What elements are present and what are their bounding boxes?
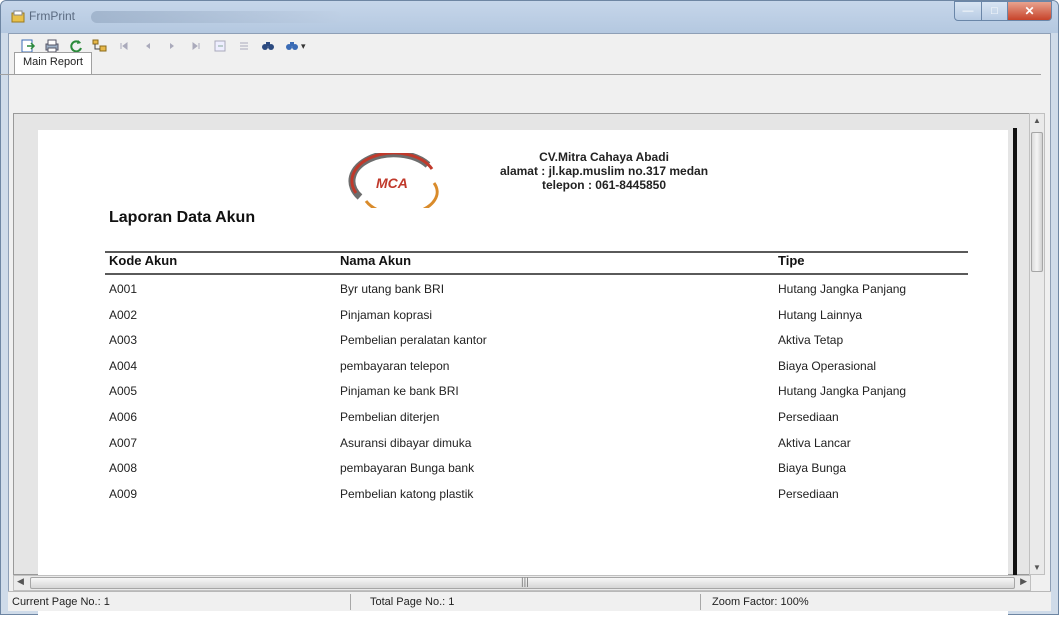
cell-kode-akun: A005 xyxy=(109,384,138,399)
title-bar[interactable]: FrmPrint — □ ✕ xyxy=(1,1,1058,33)
company-header: CV.Mitra Cahaya Abadi alamat : jl.kap.mu… xyxy=(439,150,769,192)
current-page-status: Current Page No.: 1 xyxy=(12,596,110,608)
company-logo: MCA xyxy=(348,153,439,208)
cell-nama-akun: pembayaran telepon xyxy=(340,358,450,373)
report-toolbar: ▾ xyxy=(9,34,1050,58)
cell-nama-akun: pembayaran Bunga bank xyxy=(340,461,475,476)
cell-tipe: Aktiva Lancar xyxy=(778,435,851,450)
goto-page-icon[interactable] xyxy=(211,37,229,55)
report-viewport[interactable]: MCA CV.Mitra Cahaya Abadi alamat : jl.ka… xyxy=(13,113,1031,630)
cell-nama-akun: Pinjaman ke bank BRI xyxy=(340,384,459,399)
cell-tipe: Persediaan xyxy=(778,486,839,501)
table-row: A001 Byr utang bank BRI Hutang Jangka Panj… xyxy=(38,282,1008,308)
last-page-icon[interactable] xyxy=(187,37,205,55)
scroll-down-icon[interactable]: ▼ xyxy=(1033,563,1041,572)
minimize-button[interactable]: — xyxy=(954,1,982,21)
title-blur xyxy=(91,11,341,23)
window-title: FrmPrint xyxy=(29,9,75,23)
cell-kode-akun: A008 xyxy=(109,461,138,476)
window-controls: — □ ✕ xyxy=(954,1,1052,21)
maximize-button[interactable]: □ xyxy=(982,1,1008,21)
zoom-factor-status: Zoom Factor: 100% xyxy=(712,596,809,608)
scroll-left-icon[interactable]: ◀ xyxy=(17,576,24,587)
cell-nama-akun: Pembelian peralatan kantor xyxy=(340,333,487,348)
column-header-tipe: Tipe xyxy=(778,253,805,268)
tab-main-report[interactable]: Main Report xyxy=(14,52,92,74)
header-bottom-rule xyxy=(105,273,968,275)
table-row: A003 Pembelian peralatan kantor Aktiva Tet… xyxy=(38,333,1008,359)
cell-kode-akun: A001 xyxy=(109,282,138,296)
tab-divider xyxy=(0,74,1041,75)
zoom-icon[interactable] xyxy=(283,37,301,55)
header-top-rule xyxy=(105,251,968,253)
cell-nama-akun: Pembelian diterjen xyxy=(340,410,440,424)
table-row: A004 pembayaran telepon Biaya Operasional xyxy=(38,359,1008,385)
company-phone: telepon : 061-8445850 xyxy=(541,178,667,192)
cell-kode-akun: A002 xyxy=(109,307,138,322)
status-separator xyxy=(700,594,701,610)
company-address: alamat : jl.kap.muslim no.317 medan xyxy=(499,164,709,178)
table-row: A002 Pinjaman koprasi Hutang Lainnya xyxy=(38,308,1008,334)
cell-tipe: Persediaan xyxy=(778,410,839,424)
scroll-up-icon[interactable]: ▲ xyxy=(1033,116,1041,125)
column-header-nama: Nama Akun xyxy=(340,253,412,268)
column-header-kode: Kode Akun xyxy=(109,253,178,268)
table-row: A005 Pinjaman ke bank BRI Hutang Jangka Pa… xyxy=(38,384,1008,410)
horizontal-scroll-thumb[interactable]: ||| xyxy=(30,577,1015,589)
company-name: CV.Mitra Cahaya Abadi xyxy=(539,150,669,164)
cell-tipe: Hutang Jangka Panjang xyxy=(778,384,907,399)
close-button[interactable]: ✕ xyxy=(1008,1,1052,21)
cell-nama-akun: Byr utang bank BRI xyxy=(340,282,445,296)
table-row: A007 Asuransi dibayar dimuka Aktiva Lancar xyxy=(38,436,1008,462)
table-row: A008 pembayaran Bunga bank Biaya Bunga xyxy=(38,461,1008,487)
total-page-status: Total Page No.: 1 xyxy=(370,596,455,608)
page-edge xyxy=(1013,128,1017,575)
cell-tipe: Hutang Jangka Panjang xyxy=(778,282,907,296)
cell-tipe: Biaya Bunga xyxy=(778,461,847,476)
previous-page-icon[interactable] xyxy=(139,37,157,55)
scroll-right-icon[interactable]: ▶ xyxy=(1020,576,1027,587)
cell-tipe: Biaya Operasional xyxy=(778,358,877,373)
next-page-icon[interactable] xyxy=(163,37,181,55)
cell-nama-akun: Asuransi dibayar dimuka xyxy=(340,435,472,450)
cell-kode-akun: A009 xyxy=(109,486,138,501)
cell-tipe: Hutang Lainnya xyxy=(778,307,863,322)
vertical-scrollbar[interactable]: ▲ ▼ xyxy=(1029,113,1045,575)
table-row: A009 Pembelian katong plastik Persediaan xyxy=(38,487,1008,513)
table-row: A006 Pembelian diterjen Persediaan xyxy=(38,410,1008,436)
vertical-scroll-thumb[interactable] xyxy=(1031,132,1043,272)
cell-nama-akun: Pinjaman koprasi xyxy=(340,307,433,322)
cell-kode-akun: A003 xyxy=(109,333,138,348)
status-separator xyxy=(350,594,351,610)
cell-kode-akun: A004 xyxy=(109,358,138,373)
cell-tipe: Aktiva Tetap xyxy=(778,333,844,348)
stop-icon[interactable] xyxy=(235,37,253,55)
cell-nama-akun: Pembelian katong plastik xyxy=(340,486,474,501)
first-page-icon[interactable] xyxy=(115,37,133,55)
status-bar: Current Page No.: 1 Total Page No.: 1 Zo… xyxy=(8,591,1051,611)
group-tree-icon[interactable] xyxy=(91,37,109,55)
svg-text:MCA: MCA xyxy=(376,175,408,191)
cell-kode-akun: A006 xyxy=(109,410,138,424)
zoom-dropdown-icon[interactable]: ▾ xyxy=(301,41,306,52)
scroll-grip-icon: ||| xyxy=(521,577,529,588)
search-icon[interactable] xyxy=(259,37,277,55)
report-page: MCA CV.Mitra Cahaya Abadi alamat : jl.ka… xyxy=(38,130,1008,630)
app-icon xyxy=(11,10,25,23)
cell-kode-akun: A007 xyxy=(109,435,138,450)
horizontal-scrollbar[interactable]: ◀ ||| ▶ xyxy=(13,575,1031,591)
report-title: Laporan Data Akun xyxy=(109,209,256,226)
